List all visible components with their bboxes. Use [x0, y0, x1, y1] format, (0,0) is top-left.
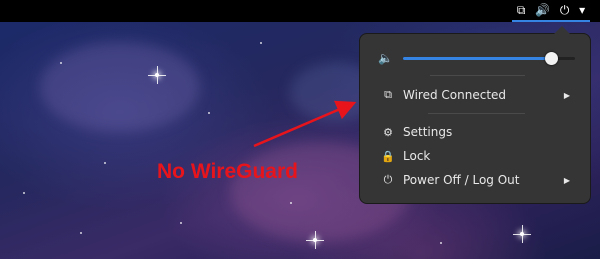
volume-slider-fill	[403, 57, 551, 60]
volume-slider[interactable]	[403, 52, 575, 65]
lock-icon: 🔒	[381, 149, 395, 163]
menu-item-label: Wired Connected	[403, 88, 507, 102]
system-menu: 🔈 ⧉ Wired Connected ▶ ⚙ Settings 🔒 Lock …	[359, 26, 591, 204]
divider	[430, 75, 525, 76]
submenu-arrow-icon: ▶	[563, 175, 570, 185]
power-icon: ⏻	[383, 173, 393, 186]
menu-item-settings[interactable]: ⚙ Settings	[360, 121, 590, 143]
volume-icon[interactable]: 🔈	[378, 51, 393, 65]
menu-item-power-off[interactable]: ⏻ Power Off / Log Out ▶	[360, 169, 590, 191]
annotation-label: No WireGuard	[157, 160, 298, 183]
menu-item-lock[interactable]: 🔒 Lock	[360, 145, 590, 167]
network-wired-icon: ⧉	[384, 88, 392, 101]
menu-item-label: Power Off / Log Out	[403, 173, 520, 187]
volume-control[interactable]: 🔈	[378, 51, 578, 67]
menu-item-wired-connected[interactable]: ⧉ Wired Connected ▶	[360, 84, 590, 106]
submenu-arrow-icon: ▶	[563, 90, 570, 100]
divider	[428, 113, 525, 114]
menu-item-label: Settings	[403, 125, 453, 139]
volume-slider-handle[interactable]	[544, 52, 558, 65]
menu-item-label: Lock	[403, 149, 431, 163]
gear-icon: ⚙	[383, 125, 393, 139]
